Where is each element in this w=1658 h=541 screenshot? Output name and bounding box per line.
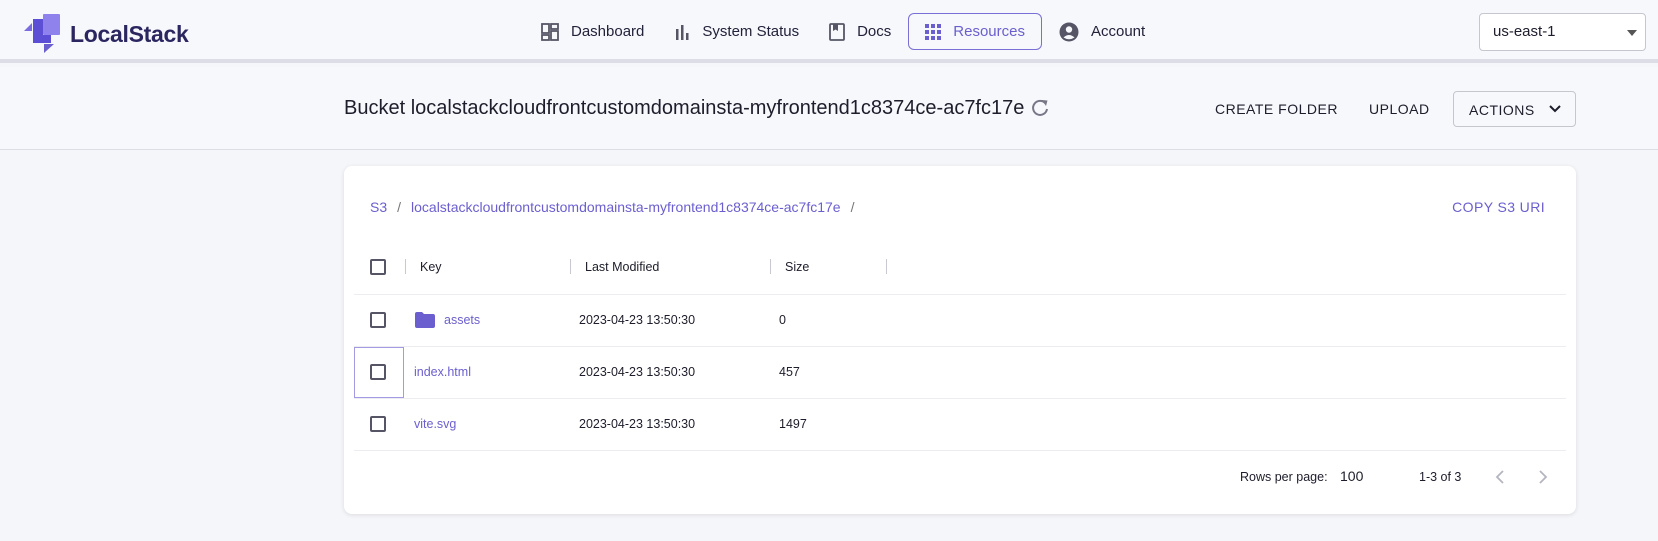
- nav-system-status-label: System Status: [702, 23, 800, 40]
- nav-resources[interactable]: Resources: [908, 13, 1042, 50]
- row-checkbox[interactable]: [370, 416, 386, 432]
- object-key-link[interactable]: assets: [444, 313, 480, 327]
- row-divider: [354, 398, 1566, 399]
- dropdown-caret-icon: [1627, 30, 1637, 36]
- breadcrumb-s3[interactable]: S3: [370, 199, 387, 215]
- nav-dashboard[interactable]: Dashboard: [528, 13, 657, 50]
- column-header-key[interactable]: Key: [420, 260, 442, 274]
- top-navigation-bar: LocalStack Dashboard System Status Docs …: [0, 0, 1658, 63]
- row-divider: [354, 346, 1566, 347]
- breadcrumb-separator: /: [850, 199, 855, 215]
- last-modified-cell: 2023-04-23 13:50:30: [579, 313, 696, 327]
- dashboard-icon: [541, 22, 559, 41]
- objects-card: S3 / localstackcloudfrontcustomdomainsta…: [344, 166, 1576, 514]
- row-checkbox[interactable]: [370, 364, 386, 380]
- main-nav: Dashboard System Status Docs Resources A…: [528, 13, 1162, 50]
- breadcrumb: S3 / localstackcloudfrontcustomdomainsta…: [370, 199, 864, 215]
- bar-chart-icon: [676, 24, 689, 40]
- refresh-icon[interactable]: [1030, 98, 1050, 118]
- brand-logo[interactable]: LocalStack: [22, 14, 189, 54]
- rows-per-page-label: Rows per page:: [1240, 470, 1328, 484]
- pagination-range: 1-3 of 3: [1419, 470, 1462, 484]
- column-separator[interactable]: [405, 259, 406, 274]
- region-value: us-east-1: [1493, 23, 1556, 40]
- breadcrumb-bucket[interactable]: localstackcloudfrontcustomdomainsta-myfr…: [411, 199, 841, 215]
- nav-docs[interactable]: Docs: [816, 13, 904, 50]
- chevron-down-icon: [1549, 105, 1561, 113]
- actions-label: ACTIONS: [1469, 102, 1535, 118]
- localstack-logo-icon: [24, 14, 60, 53]
- column-separator[interactable]: [886, 259, 887, 274]
- size-cell: 0: [779, 313, 786, 327]
- folder-icon: [415, 312, 435, 328]
- grid-icon: [925, 23, 942, 40]
- copy-s3-uri-button[interactable]: COPY S3 URI: [1452, 199, 1545, 215]
- row-divider: [354, 450, 1566, 451]
- account-circle-icon: [1059, 22, 1079, 41]
- row-checkbox[interactable]: [370, 312, 386, 328]
- create-folder-button[interactable]: CREATE FOLDER: [1215, 101, 1338, 117]
- book-icon: [829, 22, 845, 41]
- rows-per-page-select[interactable]: 100: [1340, 468, 1363, 484]
- select-all-checkbox[interactable]: [370, 259, 386, 275]
- last-modified-cell: 2023-04-23 13:50:30: [579, 365, 696, 379]
- row-divider: [354, 294, 1566, 295]
- region-select[interactable]: us-east-1: [1479, 13, 1646, 51]
- nav-system-status[interactable]: System Status: [661, 13, 812, 50]
- previous-page-icon[interactable]: [1495, 470, 1505, 484]
- column-separator[interactable]: [570, 259, 571, 274]
- nav-dashboard-label: Dashboard: [571, 23, 645, 40]
- size-cell: 457: [779, 365, 800, 379]
- upload-button[interactable]: UPLOAD: [1369, 101, 1430, 117]
- size-cell: 1497: [779, 417, 807, 431]
- breadcrumb-separator: /: [397, 199, 402, 215]
- object-key-link[interactable]: vite.svg: [414, 417, 456, 431]
- brand-name: LocalStack: [70, 20, 189, 47]
- column-header-size[interactable]: Size: [785, 260, 809, 274]
- object-key-link[interactable]: index.html: [414, 365, 471, 379]
- column-separator[interactable]: [770, 259, 771, 274]
- nav-resources-label: Resources: [953, 23, 1025, 40]
- next-page-icon[interactable]: [1538, 470, 1548, 484]
- bucket-header: Bucket localstackcloudfrontcustomdomains…: [0, 67, 1658, 150]
- actions-button[interactable]: ACTIONS: [1453, 91, 1576, 127]
- column-header-last-modified[interactable]: Last Modified: [585, 260, 659, 274]
- nav-account-label: Account: [1090, 23, 1146, 40]
- nav-docs-label: Docs: [857, 23, 892, 40]
- page-title: Bucket localstackcloudfrontcustomdomains…: [344, 97, 1025, 119]
- last-modified-cell: 2023-04-23 13:50:30: [579, 417, 696, 431]
- nav-account[interactable]: Account: [1046, 13, 1158, 50]
